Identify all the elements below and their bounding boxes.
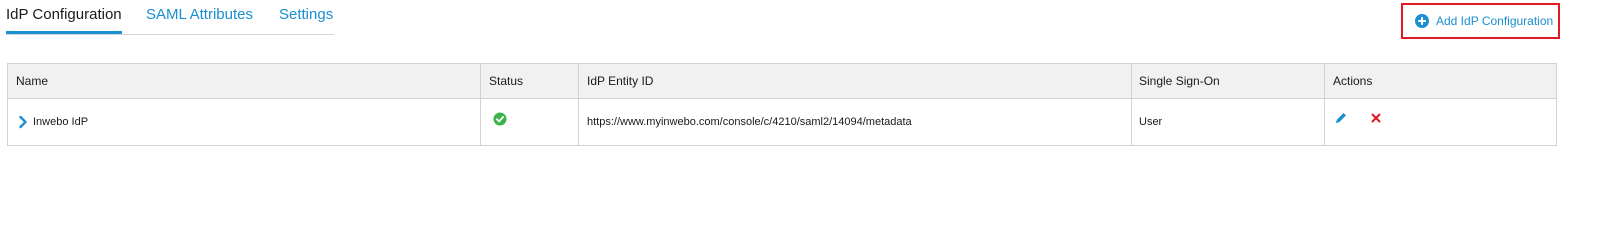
- close-icon[interactable]: [1369, 111, 1383, 125]
- tab-idp-configuration[interactable]: IdP Configuration: [6, 6, 122, 23]
- row-entity-id: https://www.myinwebo.com/console/c/4210/…: [587, 116, 912, 128]
- status-ok-icon: [493, 112, 507, 126]
- tab-bar: IdP Configuration SAML Attributes Settin…: [6, 0, 334, 35]
- header-entity-id[interactable]: IdP Entity ID: [579, 64, 653, 99]
- pencil-icon[interactable]: [1334, 111, 1348, 125]
- header-single-sign-on[interactable]: Single Sign-On: [1131, 64, 1220, 99]
- header-actions: Actions: [1333, 74, 1373, 88]
- plus-circle-icon: [1415, 14, 1429, 28]
- row-single-sign-on: User: [1139, 116, 1163, 128]
- tab-settings[interactable]: Settings: [279, 6, 333, 23]
- header-status[interactable]: Status: [481, 64, 523, 99]
- add-idp-configuration-button[interactable]: Add IdP Configuration: [1401, 3, 1560, 39]
- active-tab-indicator: [6, 31, 122, 34]
- tab-saml-attributes[interactable]: SAML Attributes: [146, 6, 253, 23]
- table-row[interactable]: Inwebo IdP https://www.myinwebo.com/cons…: [8, 99, 1556, 145]
- row-name: Inwebo IdP: [33, 116, 89, 128]
- add-idp-configuration-label: Add IdP Configuration: [1436, 14, 1554, 28]
- header-name[interactable]: Name: [8, 64, 48, 99]
- idp-table: Name Status IdP Entity ID Single Sign-On…: [7, 63, 1557, 146]
